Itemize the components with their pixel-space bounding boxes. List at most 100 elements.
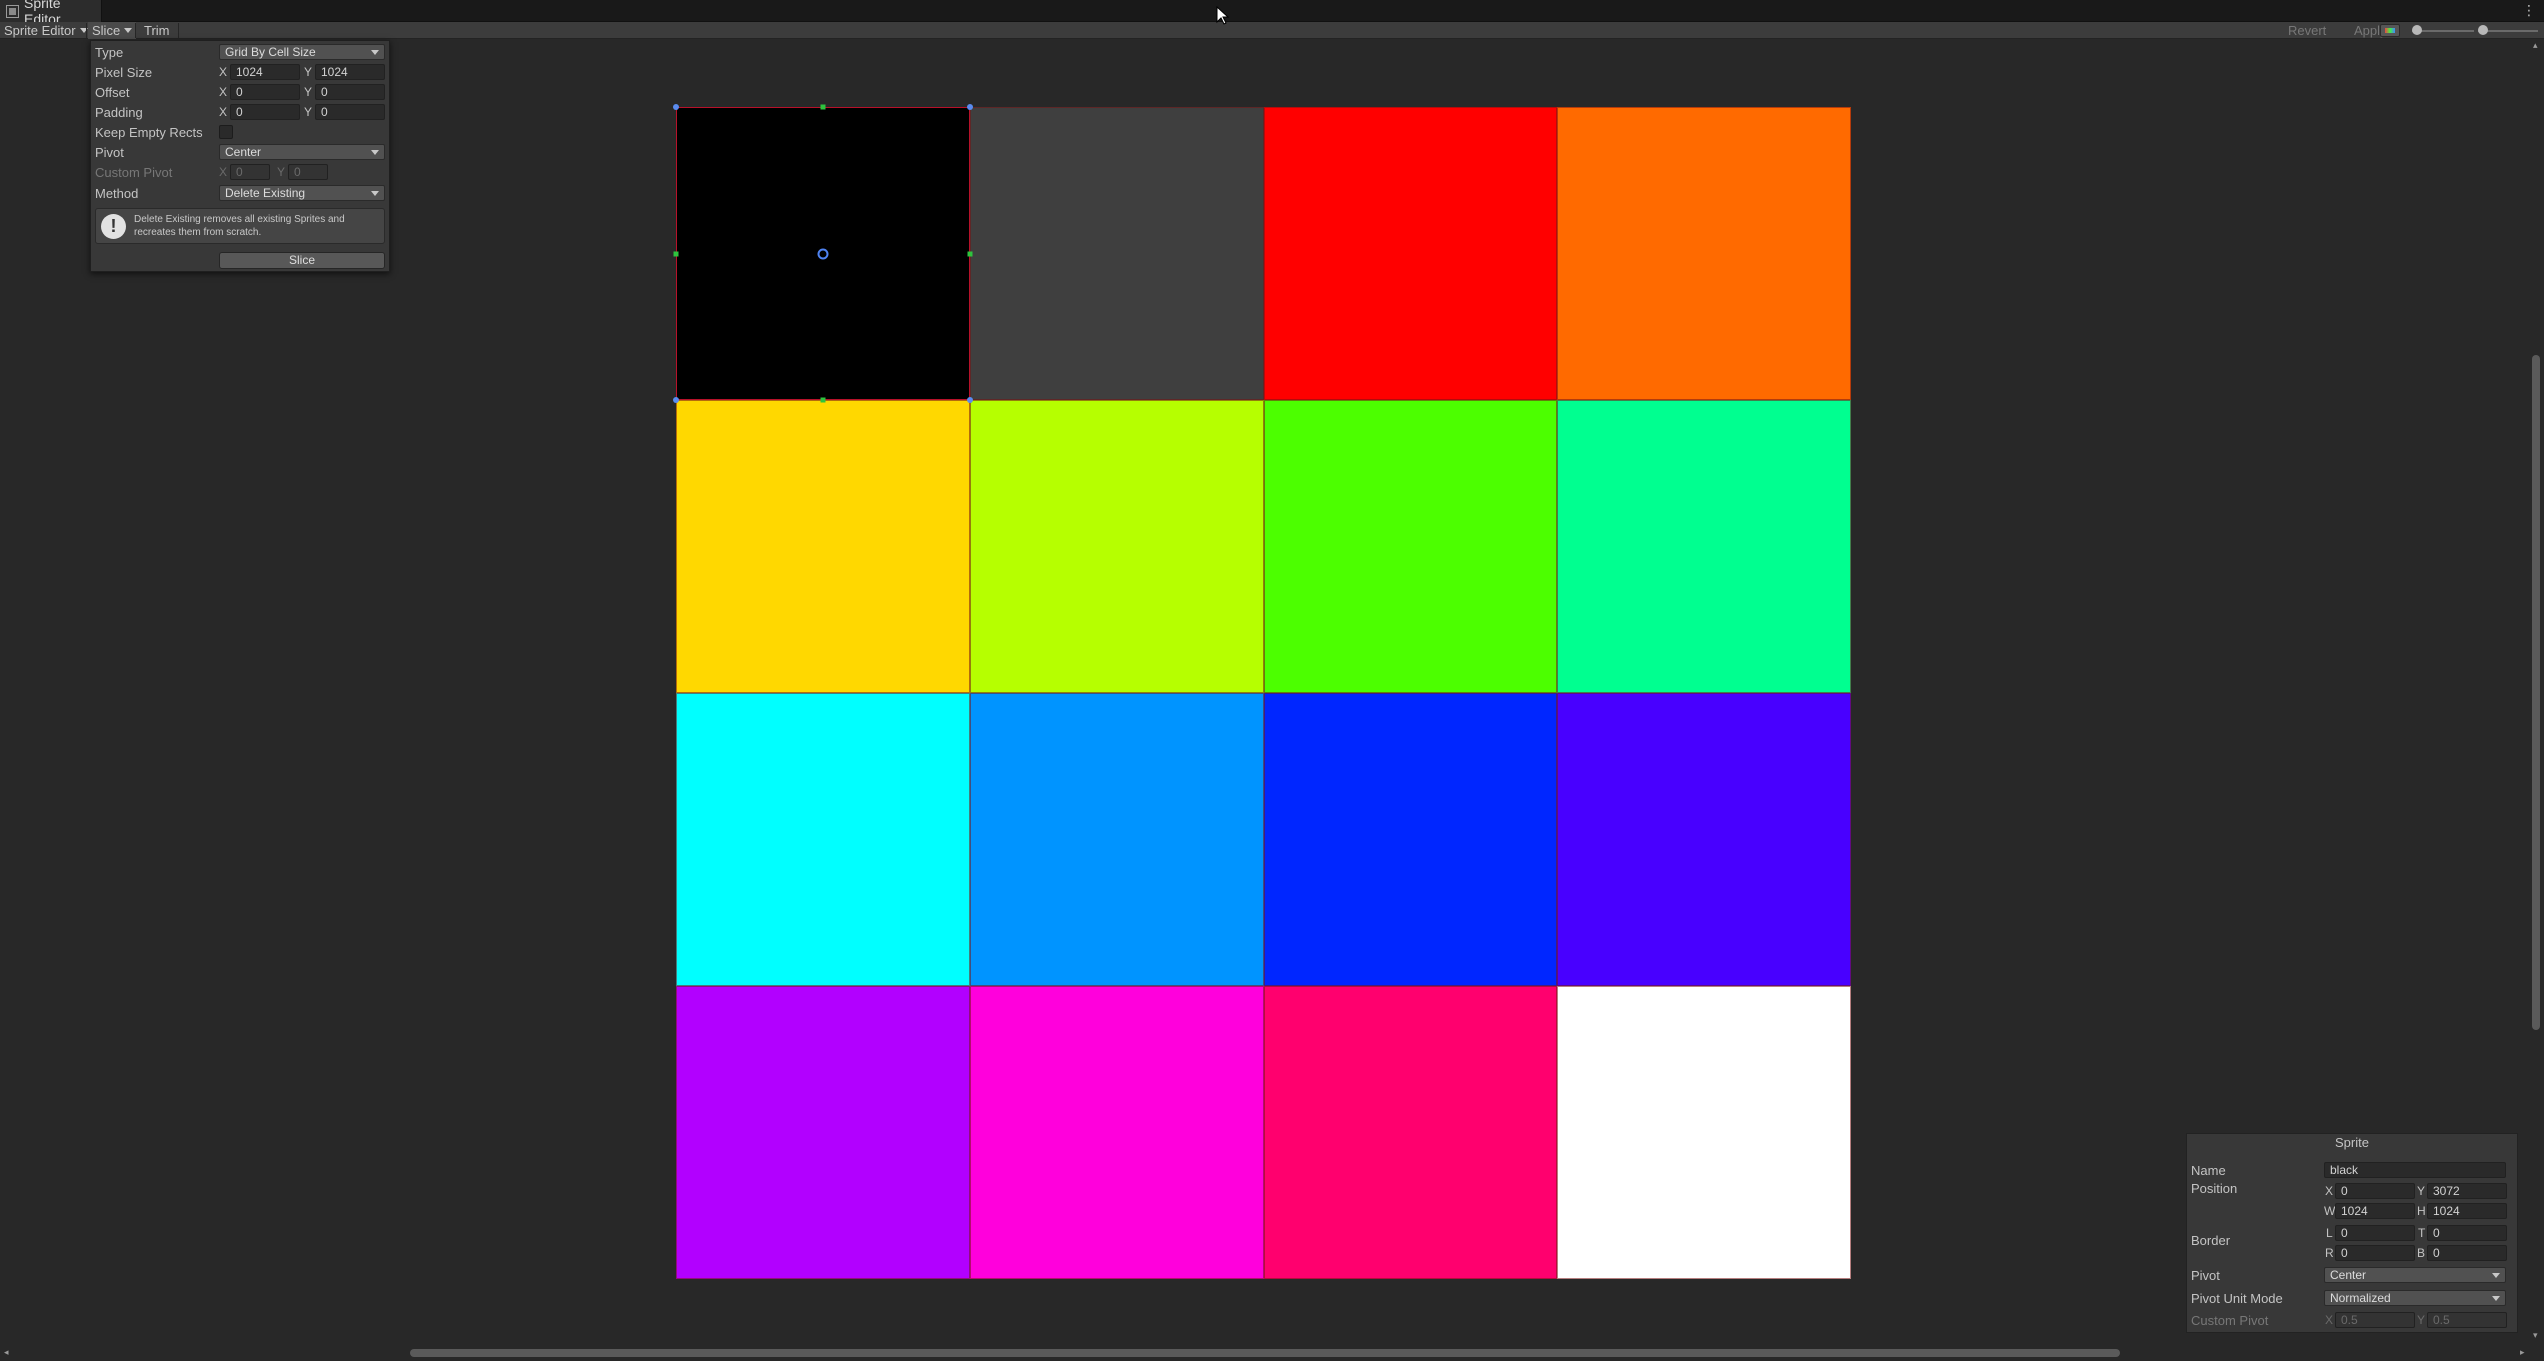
sprite-cell-spring-green[interactable] [1557, 400, 1851, 693]
sprite-cell-indigo[interactable] [1557, 693, 1851, 986]
corner-resize-handle[interactable] [673, 397, 679, 403]
border-t-field[interactable]: 0 [2427, 1225, 2507, 1241]
sprite-name-field[interactable]: black [2324, 1162, 2506, 1178]
slice-button[interactable]: Slice [219, 252, 385, 269]
sprite-cell-green[interactable] [1263, 400, 1558, 693]
axis-y-label: Y [304, 105, 313, 119]
sprite-cell-magenta[interactable] [969, 986, 1264, 1279]
trim-button[interactable]: Trim [140, 22, 174, 39]
axis-x-label: X [2325, 1313, 2334, 1327]
zoom-slider-handle[interactable] [2412, 25, 2422, 35]
sprite-editor-mode-dropdown[interactable]: Sprite Editor [0, 22, 92, 39]
position-y-field[interactable]: 3072 [2427, 1183, 2507, 1199]
custom-pivot-x-field: 0 [230, 164, 270, 180]
offset-label: Offset [95, 85, 130, 100]
border-b-field[interactable]: 0 [2427, 1245, 2507, 1261]
chevron-down-icon [2492, 1273, 2500, 1278]
axis-y-label: Y [277, 165, 286, 179]
pixel-size-x-field[interactable]: 1024 [230, 64, 300, 80]
axis-x-label: X [2325, 1184, 2334, 1198]
sprite-cell-lime[interactable] [969, 400, 1264, 693]
sprite-editor-icon [6, 4, 19, 18]
mouse-cursor-icon [1216, 6, 1230, 25]
sprite-inspector: Sprite Name black Position X 0 Y 3072 W … [2186, 1133, 2518, 1333]
sprite-canvas[interactable] [673, 104, 1851, 1279]
sprite-cell-cyan[interactable] [676, 693, 970, 986]
pivot-unit-dropdown[interactable]: Normalized [2324, 1290, 2506, 1306]
revert-spacer [2290, 22, 2298, 39]
axis-y-label: Y [2417, 1184, 2426, 1198]
scroll-down-arrow[interactable]: ▾ [2533, 1330, 2538, 1341]
slice-popup: Type Grid By Cell Size Pixel Size X 1024… [90, 40, 390, 272]
pivot-unit-row: Pivot Unit Mode Normalized [2187, 1288, 2517, 1308]
border-r-field[interactable]: 0 [2335, 1245, 2415, 1261]
offset-x-field[interactable]: 0 [230, 84, 300, 100]
corner-resize-handle[interactable] [966, 397, 973, 403]
name-row: Name black [2187, 1160, 2517, 1180]
corner-resize-handle[interactable] [966, 104, 973, 110]
border-l-field[interactable]: 0 [2335, 1225, 2415, 1241]
edge-resize-handle[interactable] [820, 397, 826, 403]
sprite-cell-white[interactable] [1557, 986, 1851, 1279]
sprite-cell-yellow[interactable] [676, 400, 970, 693]
pixel-size-row: Pixel Size X 1024 Y 1024 [91, 62, 389, 82]
sprite-custom-pivot-x-field: 0.5 [2335, 1312, 2415, 1328]
type-dropdown[interactable]: Grid By Cell Size [219, 44, 385, 60]
position-h-field[interactable]: 1024 [2427, 1203, 2507, 1219]
sprite-cell-azure[interactable] [969, 693, 1264, 986]
axis-b-label: B [2417, 1246, 2426, 1260]
name-label: Name [2191, 1163, 2226, 1178]
padding-x-field[interactable]: 0 [230, 104, 300, 120]
edge-resize-handle[interactable] [820, 104, 826, 110]
pivot-handle[interactable] [817, 248, 829, 259]
kebab-menu-icon[interactable]: ⋮ [2522, 2, 2536, 19]
padding-row: Padding X 0 Y 0 [91, 102, 389, 122]
color-channel-toggle[interactable] [2380, 24, 2400, 37]
pixel-size-y-field[interactable]: 1024 [315, 64, 385, 80]
sprite-pivot-row: Pivot Center [2187, 1265, 2517, 1285]
sprite-cell-red[interactable] [1263, 107, 1558, 400]
scroll-up-arrow[interactable]: ▴ [2533, 40, 2538, 51]
offset-row: Offset X 0 Y 0 [91, 82, 389, 102]
position-row-2: W 1024 H 1024 [2187, 1201, 2517, 1221]
offset-y-field[interactable]: 0 [315, 84, 385, 100]
sprite-pivot-dropdown[interactable]: Center [2324, 1267, 2506, 1283]
custom-pivot-y-field: 0 [288, 164, 328, 180]
position-x-field[interactable]: 0 [2335, 1183, 2415, 1199]
corner-resize-handle[interactable] [673, 104, 679, 110]
edge-resize-handle[interactable] [673, 251, 679, 256]
custom-pivot-row: Custom Pivot X 0 Y 0 [91, 162, 389, 182]
method-dropdown[interactable]: Delete Existing [219, 185, 385, 201]
type-value: Grid By Cell Size [225, 45, 316, 59]
keep-empty-checkbox[interactable] [219, 125, 233, 139]
edge-resize-handle[interactable] [967, 251, 973, 256]
sprite-cell-rose[interactable] [1263, 986, 1558, 1279]
vertical-scrollbar-thumb[interactable] [2532, 355, 2540, 1030]
pivot-value: Center [225, 145, 262, 159]
sprite-inspector-title: Sprite [2335, 1135, 2369, 1150]
sprite-custom-pivot-row: Custom Pivot X 0.5 Y 0.5 [2187, 1310, 2517, 1330]
sprite-cell-dark-gray[interactable] [969, 107, 1264, 400]
scroll-right-arrow[interactable]: ▸ [2520, 1347, 2525, 1358]
chevron-down-icon [371, 50, 379, 55]
axis-h-label: H [2417, 1204, 2426, 1218]
scroll-left-arrow[interactable]: ◂ [4, 1347, 9, 1358]
sprite-cell-violet[interactable] [676, 986, 970, 1279]
pivot-row: Pivot Center [91, 142, 389, 162]
position-w-field[interactable]: 1024 [2335, 1203, 2415, 1219]
sprite-cell-blue[interactable] [1263, 693, 1558, 986]
window-tab[interactable]: Sprite Editor [0, 0, 102, 27]
toolbar-divider [178, 23, 179, 38]
pivot-unit-label: Pivot Unit Mode [2191, 1291, 2283, 1306]
sprite-cell-orange[interactable] [1557, 107, 1851, 400]
mip-slider-handle[interactable] [2478, 25, 2488, 35]
type-row: Type Grid By Cell Size [91, 42, 389, 62]
padding-y-field[interactable]: 0 [315, 104, 385, 120]
pixel-size-label: Pixel Size [95, 65, 153, 80]
pivot-dropdown[interactable]: Center [219, 144, 385, 160]
slice-dropdown[interactable]: Slice [88, 22, 137, 39]
method-label: Method [95, 186, 139, 201]
slice-label: Slice [92, 23, 121, 38]
horizontal-scrollbar-thumb[interactable] [410, 1349, 2120, 1357]
position-row-1: Position X 0 Y 3072 [2187, 1181, 2517, 1201]
